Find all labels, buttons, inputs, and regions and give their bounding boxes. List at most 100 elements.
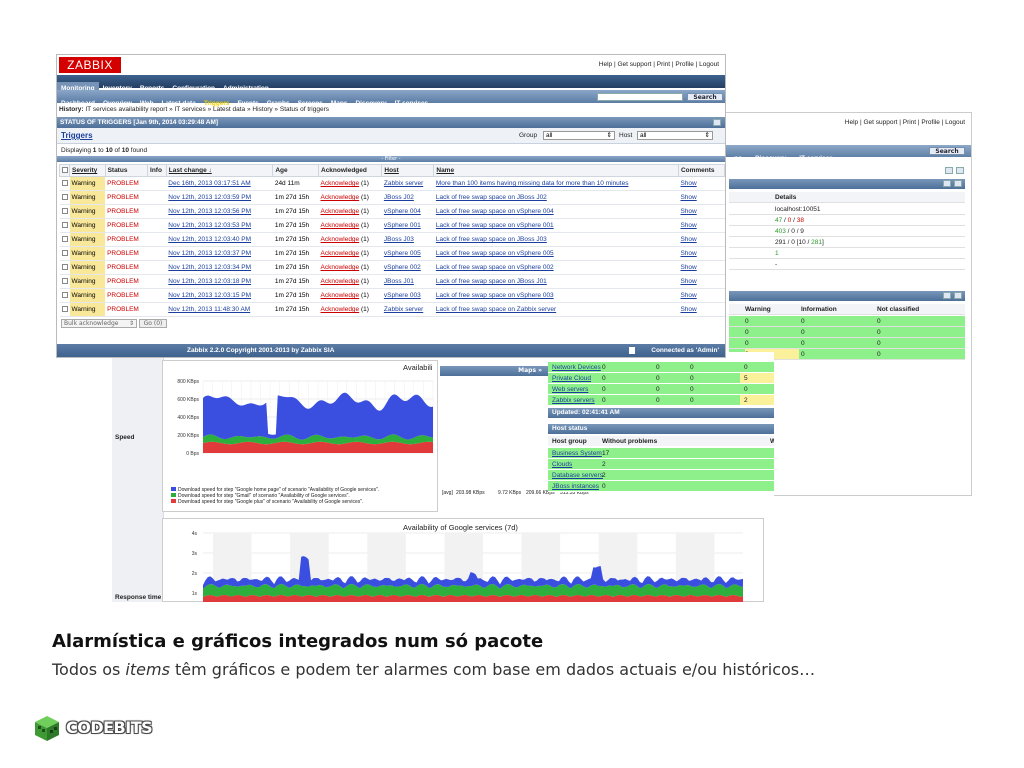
group-link[interactable]: Network Devices — [552, 364, 601, 371]
comments-link[interactable]: Show — [678, 260, 725, 275]
row-checkbox[interactable] — [59, 190, 70, 205]
group-link[interactable]: Web servers — [552, 386, 588, 393]
row-checkbox[interactable] — [59, 260, 70, 275]
speed-graph[interactable]: Availabili 800 KBps 600 KBps 400 KBps 200 K… — [162, 360, 438, 512]
acknowledge-link[interactable]: Acknowledge — [321, 180, 360, 187]
host-link[interactable]: Zabbix server — [381, 176, 434, 191]
host-group-link[interactable]: Business System — [552, 450, 602, 457]
checkbox[interactable] — [61, 264, 68, 271]
host-link[interactable]: vSphere 002 — [381, 260, 434, 275]
last-change-link[interactable]: Dec 16th, 2013 03:17:51 AM — [166, 176, 273, 191]
zabbix-logo[interactable]: ZABBIX — [59, 57, 121, 73]
last-change-link[interactable]: Nov 12th, 2013 11:48:30 AM — [166, 302, 273, 317]
host-link[interactable]: JBoss J02 — [381, 190, 434, 205]
acknowledge-link[interactable]: Acknowledge — [321, 278, 360, 285]
row-checkbox[interactable] — [59, 246, 70, 261]
checkbox[interactable] — [61, 278, 68, 285]
comments-link[interactable]: Show — [678, 288, 725, 303]
checkbox[interactable] — [61, 194, 68, 201]
search-button[interactable]: Search — [929, 147, 965, 155]
trigger-name-link[interactable]: Lack of free swap space on vSphere 002 — [433, 260, 679, 275]
checkbox[interactable] — [61, 292, 68, 299]
host-group-link[interactable]: JBoss instances — [552, 483, 599, 490]
comments-link[interactable]: Show — [678, 274, 725, 289]
menu-icon[interactable] — [943, 180, 951, 187]
nav-item[interactable]: Discovery — [755, 155, 786, 162]
collapse-icon[interactable] — [954, 180, 962, 187]
row-checkbox[interactable] — [59, 204, 70, 219]
last-change-link[interactable]: Nov 12th, 2013 12:03:40 PM — [166, 232, 273, 247]
trigger-name-link[interactable]: Lack of free swap space on vSphere 003 — [433, 288, 679, 303]
collapse-icon[interactable] — [954, 292, 962, 299]
host-link[interactable]: vSphere 001 — [381, 218, 434, 233]
menu-icon[interactable] — [943, 292, 951, 299]
search-button[interactable]: Search — [687, 93, 723, 101]
top-links[interactable]: Help | Get support | Print | Profile | L… — [845, 119, 965, 126]
acknowledge-link[interactable]: Acknowledge — [321, 264, 360, 271]
row-checkbox[interactable] — [59, 288, 70, 303]
checkbox[interactable] — [62, 167, 68, 174]
host-link[interactable]: JBoss J01 — [381, 274, 434, 289]
triggers-title[interactable]: Triggers — [61, 131, 93, 140]
fullscreen-icon[interactable] — [713, 119, 721, 126]
group-link[interactable]: Private Cloud — [552, 375, 591, 382]
collapse-icon[interactable] — [956, 167, 964, 174]
last-change-link[interactable]: Nov 12th, 2013 12:03:59 PM — [166, 190, 273, 205]
acknowledge-link[interactable]: Acknowledge — [321, 292, 360, 299]
checkbox[interactable] — [61, 236, 68, 243]
acknowledge-link[interactable]: Acknowledge — [321, 236, 360, 243]
host-select[interactable]: all ⇕ — [637, 131, 713, 140]
host-link[interactable]: vSphere 004 — [381, 204, 434, 219]
search-input[interactable] — [597, 93, 683, 101]
col-header[interactable]: Name — [433, 164, 679, 177]
nav-item[interactable]: ...ps — [729, 155, 742, 162]
go-button[interactable]: Go (0) — [139, 319, 167, 328]
comments-link[interactable]: Show — [678, 176, 725, 191]
trigger-name-link[interactable]: Lack of free swap space on JBoss J01 — [433, 274, 679, 289]
host-group-link[interactable]: Clouds — [552, 461, 572, 468]
col-header[interactable]: Host — [381, 164, 435, 177]
filter-toggle[interactable]: - Filter - — [57, 156, 725, 162]
comments-link[interactable]: Show — [678, 302, 725, 317]
row-checkbox[interactable] — [59, 274, 70, 289]
checkbox[interactable] — [61, 222, 68, 229]
last-change-link[interactable]: Nov 12th, 2013 12:03:15 PM — [166, 288, 273, 303]
comments-link[interactable]: Show — [678, 204, 725, 219]
row-checkbox[interactable] — [59, 302, 70, 317]
nav-item[interactable]: IT services — [799, 155, 833, 162]
subnav-maps[interactable]: Maps — [327, 97, 352, 110]
acknowledge-link[interactable]: Acknowledge — [321, 208, 360, 215]
trigger-name-link[interactable]: Lack of free swap space on vSphere 001 — [433, 218, 679, 233]
acknowledge-link[interactable]: Acknowledge — [321, 306, 360, 313]
select-all-checkbox[interactable] — [59, 164, 70, 177]
last-change-link[interactable]: Nov 12th, 2013 12:03:34 PM — [166, 260, 273, 275]
host-link[interactable]: Zabbix server — [381, 302, 434, 317]
trigger-name-link[interactable]: Lack of free swap space on vSphere 005 — [433, 246, 679, 261]
col-header[interactable]: Severity — [69, 164, 106, 177]
last-change-link[interactable]: Nov 12th, 2013 12:03:18 PM — [166, 274, 273, 289]
bulk-action-select[interactable]: Bulk acknowledge ⇕ — [61, 319, 137, 328]
last-change-link[interactable]: Nov 12th, 2013 12:03:56 PM — [166, 204, 273, 219]
host-link[interactable]: vSphere 005 — [381, 246, 434, 261]
row-checkbox[interactable] — [59, 232, 70, 247]
trigger-name-link[interactable]: Lack of free swap space on JBoss J02 — [433, 190, 679, 205]
comments-link[interactable]: Show — [678, 232, 725, 247]
response-time-graph[interactable]: Availability of Google services (7d) 4s 3… — [162, 518, 764, 602]
col-header[interactable]: Last change ↓ — [165, 164, 274, 177]
checkbox[interactable] — [61, 306, 68, 313]
edit-icon[interactable] — [945, 167, 953, 174]
trigger-name-link[interactable]: More than 100 items having missing data … — [433, 176, 679, 191]
last-change-link[interactable]: Nov 12th, 2013 12:03:37 PM — [166, 246, 273, 261]
top-links[interactable]: Help | Get support | Print | Profile | L… — [599, 61, 719, 68]
row-checkbox[interactable] — [59, 218, 70, 233]
subnav-discovery[interactable]: Discovery — [351, 97, 390, 110]
acknowledge-link[interactable]: Acknowledge — [321, 250, 360, 257]
last-change-link[interactable]: Nov 12th, 2013 12:03:53 PM — [166, 218, 273, 233]
trigger-name-link[interactable]: Lack of free swap space on vSphere 004 — [433, 204, 679, 219]
host-link[interactable]: JBoss J03 — [381, 232, 434, 247]
group-select[interactable]: all ⇕ — [543, 131, 615, 140]
checkbox[interactable] — [61, 250, 68, 257]
checkbox[interactable] — [61, 180, 68, 187]
comments-link[interactable]: Show — [678, 246, 725, 261]
subnav-it-services[interactable]: IT services — [391, 97, 433, 110]
